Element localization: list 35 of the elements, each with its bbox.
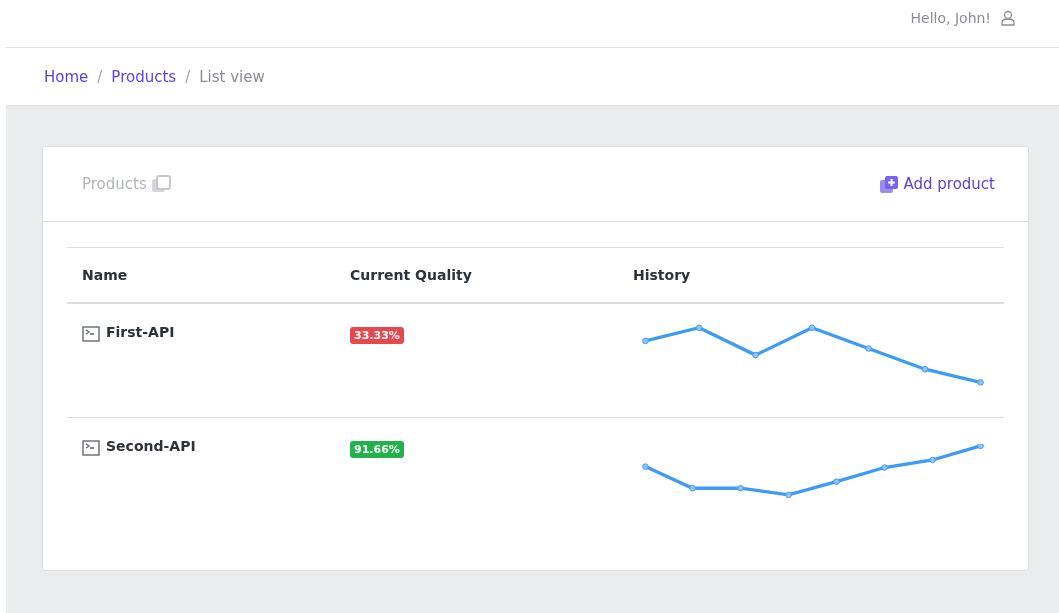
product-name[interactable]: First-API xyxy=(106,324,175,340)
breadcrumb-link[interactable]: Products xyxy=(111,67,177,86)
history-point xyxy=(921,365,929,373)
column-header: Name xyxy=(82,267,129,283)
breadcrumb-current: List view xyxy=(199,67,265,86)
history-point xyxy=(977,444,984,450)
greeting: Hello, John! xyxy=(910,9,991,26)
quality-badge: 33.33% xyxy=(350,327,404,344)
history-point xyxy=(977,379,984,386)
add-product-link[interactable]: Add product xyxy=(903,175,995,193)
quality-badge: 91.66% xyxy=(350,441,404,458)
history-point xyxy=(785,491,792,499)
breadcrumb-separator: / xyxy=(97,67,103,86)
copy-icon xyxy=(150,175,171,193)
terminal-icon xyxy=(82,326,100,342)
history-point xyxy=(642,337,649,345)
breadcrumb-separator: / xyxy=(185,67,191,86)
breadcrumb-link[interactable]: Home xyxy=(44,67,89,86)
user-icon[interactable] xyxy=(1001,9,1015,26)
history-point xyxy=(752,351,759,359)
history-point xyxy=(737,484,744,492)
card-title: Products xyxy=(82,175,147,193)
history-point xyxy=(642,463,649,470)
add-icon xyxy=(879,174,900,194)
history-point xyxy=(695,324,703,332)
history-point xyxy=(808,324,816,332)
history-point xyxy=(833,478,840,485)
product-name[interactable]: Second-API xyxy=(106,438,196,454)
history-point xyxy=(929,456,936,464)
history-point xyxy=(881,464,888,471)
terminal-icon xyxy=(82,440,100,456)
history-point xyxy=(689,484,696,492)
column-header: Current Quality xyxy=(350,267,473,283)
column-header: History xyxy=(633,267,692,283)
history-point xyxy=(865,345,872,352)
